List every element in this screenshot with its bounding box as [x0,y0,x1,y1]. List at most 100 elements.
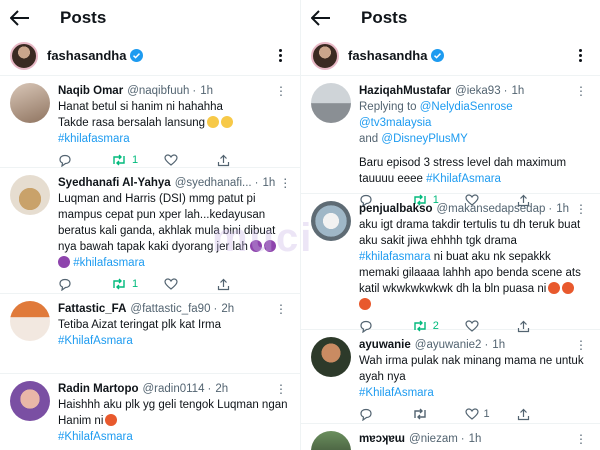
tweet[interactable]: penjualbakso @makansedapsedap · 1h ⋮ aku… [301,194,600,333]
like-count: 1 [483,408,490,420]
author-handle: @radin0114 [142,383,205,395]
author-handle: @makansedapsedap [436,203,546,215]
author-name[interactable]: penjualbakso [359,203,433,215]
back-arrow-icon[interactable] [10,6,36,30]
like-button[interactable] [164,154,217,166]
profile-name[interactable]: fashasandha [47,48,126,63]
author-handle: @ieka93 [455,85,501,97]
hashtag-link[interactable]: #KhilafAsmara [426,173,501,185]
tweet-actions: 1 [359,401,588,427]
tweet[interactable]: Radin Martopo @radin0114 · 2h ⋮ Haishhh … [0,374,300,450]
avatar[interactable] [10,175,50,215]
back-arrow-icon[interactable] [311,6,337,30]
author-name[interactable]: ayuwanie [359,339,411,351]
tweet-text: Luqman and Harris (DSI) mmg patut pi mam… [58,193,276,269]
avatar[interactable] [311,201,351,241]
avatar[interactable] [10,83,50,123]
top-bar: Posts [301,0,600,36]
like-button[interactable] [464,320,518,332]
tweet-more-icon[interactable]: ⋮ [571,202,588,216]
avatar[interactable] [311,431,351,450]
tweet-text: aku igt drama takdir tertulis tu dh teru… [359,217,588,313]
more-options-icon[interactable] [273,45,288,66]
verified-icon [431,49,445,62]
retweet-count: 2 [432,320,439,332]
hashtag-link[interactable]: #khilafasmara [73,257,145,269]
share-button[interactable] [517,408,570,421]
timestamp: 1h [200,85,214,97]
share-button[interactable] [517,320,570,333]
share-button[interactable] [217,278,270,291]
tweet[interactable]: Fattastic_FA @fattastic_fa90 · 2h ⋮ Teti… [0,294,300,374]
retweet-button[interactable]: 1 [111,278,164,290]
tweet-more-icon[interactable]: ⋮ [275,176,288,190]
hashtag-link[interactable]: #khilafasmara [359,251,431,263]
devil-emoji-icon [58,256,70,268]
tweet-more-icon[interactable]: ⋮ [571,84,588,98]
mention-link[interactable]: @tv3malaysia [359,117,431,129]
verified-icon [130,49,144,62]
author-handle: @fattastic_fa90 [130,303,211,315]
laughing-emoji-icon [207,116,220,128]
like-button[interactable]: 1 [464,408,518,420]
tweet-more-icon[interactable]: ⋮ [571,432,588,446]
avatar[interactable] [311,83,351,123]
reply-button[interactable] [58,154,111,167]
author-name[interactable]: Radin Martopo [58,383,139,395]
timestamp: 1h [492,339,506,351]
tweet-actions: 2 [359,313,588,339]
profile-name[interactable]: fashasandha [348,48,427,63]
author-name[interactable]: Syedhanafi Al-Yahya [58,177,171,189]
hashtag-link[interactable]: #khilafasmara [58,131,288,147]
avatar[interactable] [311,337,351,377]
tweet[interactable]: HaziqahMustafar @ieka93 · 1h ⋮ Replying … [301,76,600,207]
author-name[interactable]: Naqib Omar [58,85,123,97]
page-title: Posts [361,8,408,27]
reply-button[interactable] [359,408,412,421]
tweet-more-icon[interactable]: ⋮ [271,302,288,316]
tweet-actions: 1 [58,271,288,297]
tweet-text: Wah irma pulak nak minang mama ne untuk … [359,353,588,401]
tweet[interactable]: Naqib Omar @naqibfuuh · 1h ⋮ Hanat betul… [0,76,300,168]
angry-emoji-icon [562,282,575,294]
mention-link[interactable]: @NelydiaSenrose [420,101,513,113]
angry-emoji-icon [548,282,561,294]
profile-row: fashasandha [301,36,600,76]
author-name[interactable]: Fattastic_FA [58,303,126,315]
tweet-more-icon[interactable]: ⋮ [271,382,288,396]
devil-emoji-icon [263,240,276,252]
tweet[interactable]: mɐɔʞɐɯ @niezam · 1h ⋮ [301,424,600,450]
tweet[interactable]: ayuwanie @ayuwanie2 · 1h ⋮ Wah irma pula… [301,330,600,424]
hashtag-link[interactable]: #KhilafAsmara [58,429,288,445]
share-button[interactable] [217,154,270,167]
author-name[interactable]: HaziqahMustafar [359,85,451,97]
retweet-button[interactable]: 1 [111,154,164,166]
avatar[interactable] [10,381,50,421]
more-options-icon[interactable] [573,45,588,66]
like-button[interactable] [164,278,217,290]
retweet-button[interactable] [412,408,465,420]
retweet-count: 1 [132,154,139,166]
reply-button[interactable] [58,278,111,291]
retweet-button[interactable]: 2 [412,320,465,332]
timestamp: 1h [556,203,569,215]
tweet-more-icon[interactable]: ⋮ [571,338,588,352]
devil-emoji-icon [249,240,262,252]
mention-link[interactable]: @DisneyPlusMY [381,133,467,145]
author-name[interactable]: mɐɔʞɐɯ [359,433,405,445]
hashtag-link[interactable]: #KhilafAsmara [359,385,588,401]
top-bar: Posts [0,0,300,36]
angry-emoji-icon [359,298,371,310]
reply-button[interactable] [359,320,412,333]
angry-emoji-icon [105,414,118,426]
avatar[interactable] [10,301,50,341]
profile-avatar[interactable] [10,41,38,70]
tweet[interactable]: Syedhanafi Al-Yahya @syedhanafi... · 1h … [0,168,300,294]
page-title: Posts [60,8,107,27]
profile-avatar[interactable] [311,41,339,70]
hashtag-link[interactable]: #KhilafAsmara [58,333,288,349]
tweet-more-icon[interactable]: ⋮ [271,84,288,98]
timestamp: 1h [511,85,525,97]
timestamp: 2h [215,383,229,395]
left-panel: Posts fashasandha Naqib Omar @naqibfuuh … [0,0,300,450]
